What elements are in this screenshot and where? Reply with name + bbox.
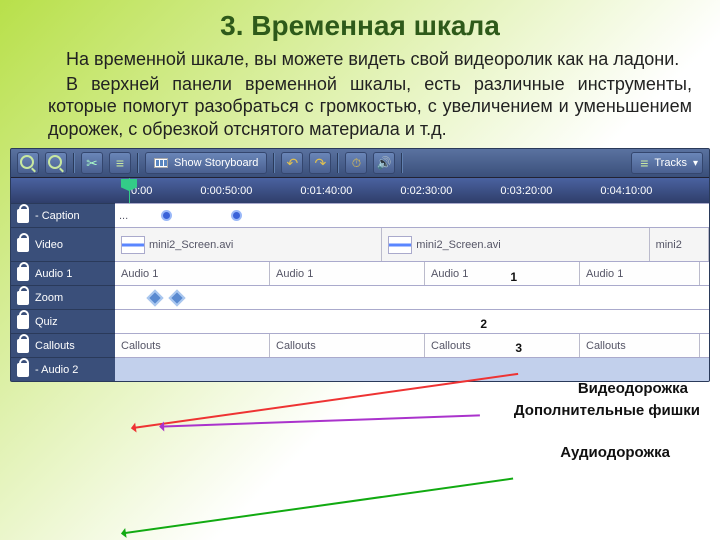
video-clip[interactable]: mini2_Screen.avi (115, 228, 382, 261)
tracks-icon: ≡ (640, 155, 648, 171)
callout-clip[interactable]: Callouts (115, 334, 270, 357)
zoom-keyframe[interactable] (169, 290, 186, 307)
tracks-button[interactable]: ≡ Tracks ▾ (631, 152, 703, 174)
timeline-panel: ✂ ≡ Show Storyboard ↶ ↷ ⏱ 🔊 ≡ Tracks ▾ 0… (10, 148, 710, 382)
annotation-audio-track: Аудиодорожка (558, 444, 672, 461)
annotation-number-3: 3 (513, 341, 524, 355)
undo-icon[interactable]: ↶ (281, 152, 303, 174)
track-header-video[interactable]: Video (11, 227, 115, 261)
track-callouts[interactable]: Callouts Callouts Callouts Callouts (115, 333, 709, 357)
lock-icon[interactable] (17, 339, 29, 353)
clip-name: mini2 (656, 239, 682, 251)
audio-clip[interactable]: Audio 1 (425, 262, 580, 285)
zoom-in-icon[interactable] (17, 152, 39, 174)
clip-thumbnail-icon (121, 236, 145, 254)
lock-icon[interactable] (17, 291, 29, 305)
annotation-video-track: Видеодорожка (576, 380, 690, 397)
volume-icon[interactable]: 🔊 (373, 152, 395, 174)
show-storyboard-label: Show Storyboard (174, 157, 258, 169)
audio-clip[interactable]: Audio 1 (270, 262, 425, 285)
annotation-extras: Дополнительные фишки (512, 402, 702, 419)
track-label: - Caption (35, 210, 80, 222)
audio-clip[interactable]: Audio 1 (115, 262, 270, 285)
clip-name: mini2_Screen.avi (416, 239, 500, 251)
separator (337, 153, 339, 173)
track-label: Callouts (35, 340, 75, 352)
time-tick: 0:02:30:00 (400, 185, 452, 197)
separator (273, 153, 275, 173)
paragraph-1: На временной шкале, вы можете видеть сво… (0, 48, 720, 73)
arrow-purple (160, 414, 480, 427)
time-tick: 0:03:20:00 (500, 185, 552, 197)
video-clip[interactable]: mini2_Screen.avi (382, 228, 649, 261)
time-ruler[interactable]: 0:00 0:00:50:00 0:01:40:00 0:02:30:00 0:… (11, 177, 709, 203)
track-label: Zoom (35, 292, 63, 304)
time-tick: 0:01:40:00 (300, 185, 352, 197)
lock-icon[interactable] (17, 267, 29, 281)
track-label: Audio 1 (35, 268, 72, 280)
show-storyboard-button[interactable]: Show Storyboard (145, 152, 267, 174)
tracks-label: Tracks (654, 157, 687, 169)
lock-icon[interactable] (17, 363, 29, 377)
separator (73, 153, 75, 173)
clip-name: mini2_Screen.avi (149, 239, 233, 251)
zoom-keyframe[interactable] (147, 290, 164, 307)
cut-icon[interactable]: ✂ (81, 152, 103, 174)
track-video[interactable]: mini2_Screen.avi mini2_Screen.avi mini2 (115, 227, 709, 261)
separator (137, 153, 139, 173)
track-audio2[interactable] (115, 357, 709, 381)
track-label: - Audio 2 (35, 364, 78, 376)
caption-clip: ... (119, 210, 128, 222)
track-header-callouts[interactable]: Callouts (11, 333, 115, 357)
storyboard-icon (154, 158, 168, 168)
separator (401, 153, 403, 173)
speed-icon[interactable]: ⏱ (345, 152, 367, 174)
callout-clip[interactable]: Callouts (270, 334, 425, 357)
time-tick: 0:04:10:00 (600, 185, 652, 197)
zoom-out-icon[interactable] (45, 152, 67, 174)
lock-icon[interactable] (17, 238, 29, 252)
audio-clip[interactable]: Audio 1 (580, 262, 700, 285)
track-audio1[interactable]: Audio 1 Audio 1 Audio 1 Audio 1 (115, 261, 709, 285)
paragraph-2: В верхней панели временной шкалы, есть р… (0, 73, 720, 143)
annotation-number-2: 2 (478, 317, 489, 331)
caption-marker[interactable] (161, 210, 172, 221)
track-zoom[interactable] (115, 285, 709, 309)
track-label: Quiz (35, 316, 58, 328)
track-header-audio1[interactable]: Audio 1 (11, 261, 115, 285)
callout-clip[interactable]: Callouts (580, 334, 700, 357)
lock-icon[interactable] (17, 209, 29, 223)
arrow-green (122, 478, 513, 535)
timeline-toolbar: ✂ ≡ Show Storyboard ↶ ↷ ⏱ 🔊 ≡ Tracks ▾ (11, 149, 709, 177)
redo-icon[interactable]: ↷ (309, 152, 331, 174)
annotation-number-1: 1 (508, 270, 519, 284)
track-header-caption[interactable]: - Caption (11, 203, 115, 227)
lock-icon[interactable] (17, 315, 29, 329)
video-clip[interactable]: mini2 (650, 228, 709, 261)
time-tick: 0:00:50:00 (200, 185, 252, 197)
split-icon[interactable]: ≡ (109, 152, 131, 174)
track-caption[interactable]: ... (115, 203, 709, 227)
track-header-audio2[interactable]: - Audio 2 (11, 357, 115, 381)
clip-thumbnail-icon (388, 236, 412, 254)
track-header-quiz[interactable]: Quiz (11, 309, 115, 333)
track-quiz[interactable] (115, 309, 709, 333)
track-label: Video (35, 239, 63, 251)
chevron-down-icon: ▾ (693, 158, 698, 169)
track-header-zoom[interactable]: Zoom (11, 285, 115, 309)
caption-marker[interactable] (231, 210, 242, 221)
page-title: 3. Временная шкала (0, 0, 720, 48)
callout-clip[interactable]: Callouts (425, 334, 580, 357)
